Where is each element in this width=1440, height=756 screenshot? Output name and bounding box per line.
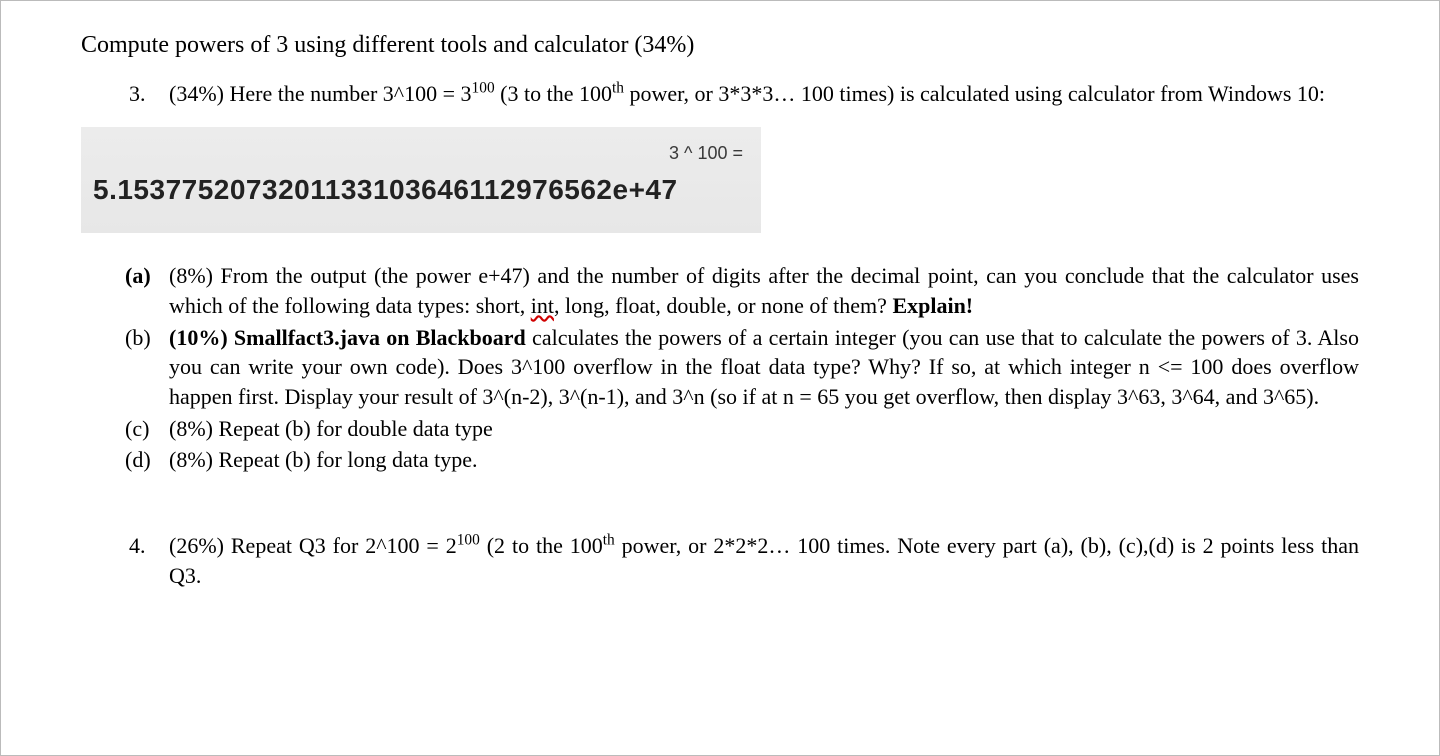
q4-body: (26%) Repeat Q3 for 2^100 = 2100 (2 to t… bbox=[169, 531, 1359, 590]
part-b: (b) (10%) Smallfact3.java on Blackboard … bbox=[125, 323, 1359, 412]
part-c-label: (c) bbox=[125, 414, 169, 444]
part-b-body: (10%) Smallfact3.java on Blackboard calc… bbox=[169, 323, 1359, 412]
exponent-100: 100 bbox=[472, 80, 495, 97]
part-b-label: (b) bbox=[125, 323, 169, 412]
document-page: Compute powers of 3 using different tool… bbox=[0, 0, 1440, 756]
q3-intro-text-c: power, or 3*3*3… 100 times) is calculate… bbox=[624, 81, 1325, 106]
spellcheck-int: int bbox=[531, 293, 554, 318]
q3-intro-text-a: (34%) Here the number 3^100 = 3 bbox=[169, 81, 472, 106]
q3-intro: (34%) Here the number 3^100 = 3100 (3 to… bbox=[169, 79, 1359, 109]
q3-intro-text-b: (3 to the 100 bbox=[495, 81, 612, 106]
part-d-label: (d) bbox=[125, 445, 169, 475]
part-a-body: (8%) From the output (the power e+47) an… bbox=[169, 261, 1359, 320]
q4-text-b: (2 to the 100 bbox=[480, 533, 603, 558]
calc-result: 5.1537752073201133103646112976562e+47 bbox=[93, 171, 749, 209]
part-c-body: (8%) Repeat (b) for double data type bbox=[169, 414, 1359, 444]
part-a-text-2: , long, float, double, or none of them? bbox=[554, 293, 892, 318]
calc-expression: 3 ^ 100 = bbox=[93, 141, 743, 165]
question-3: 3. (34%) Here the number 3^100 = 3100 (3… bbox=[129, 79, 1359, 109]
exponent-100-b: 100 bbox=[457, 532, 480, 549]
part-d: (d) (8%) Repeat (b) for long data type. bbox=[125, 445, 1359, 475]
q4-text-a: (26%) Repeat Q3 for 2^100 = 2 bbox=[169, 533, 457, 558]
q3-number: 3. bbox=[129, 79, 169, 109]
part-a-explain: Explain! bbox=[892, 293, 973, 318]
part-a-label: (a) bbox=[125, 261, 169, 320]
ordinal-th-b: th bbox=[603, 532, 615, 549]
part-a: (a) (8%) From the output (the power e+47… bbox=[125, 261, 1359, 320]
calculator-screenshot: 3 ^ 100 = 5.1537752073201133103646112976… bbox=[81, 127, 761, 233]
question-4: 4. (26%) Repeat Q3 for 2^100 = 2100 (2 t… bbox=[129, 531, 1359, 590]
q4-number: 4. bbox=[129, 531, 169, 590]
ordinal-th: th bbox=[612, 80, 624, 97]
q3-subparts: (a) (8%) From the output (the power e+47… bbox=[125, 261, 1359, 475]
part-b-bold: (10%) Smallfact3.java on Blackboard bbox=[169, 325, 526, 350]
part-c: (c) (8%) Repeat (b) for double data type bbox=[125, 414, 1359, 444]
section-title: Compute powers of 3 using different tool… bbox=[81, 29, 1359, 61]
part-d-body: (8%) Repeat (b) for long data type. bbox=[169, 445, 1359, 475]
